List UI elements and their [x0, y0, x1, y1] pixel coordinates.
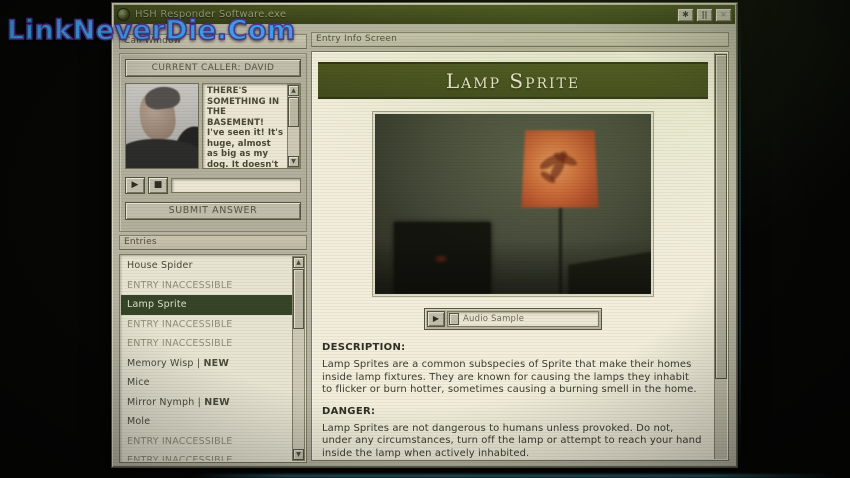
danger-heading: DANGER:: [322, 405, 376, 417]
call-audio-controls: ▶ ■: [125, 177, 301, 194]
audio-sample-track[interactable]: Audio Sample: [447, 311, 599, 327]
entries-list-wrap: House Spider ENTRY INACCESSIBLE Lamp Sprit…: [119, 254, 307, 463]
play-call-icon[interactable]: ▶: [125, 177, 145, 194]
caller-transcript-text: THERE'S SOMETHING IN THE BASEMENT! I've …: [207, 86, 284, 168]
audio-sample-label: Audio Sample: [463, 314, 525, 324]
entry-label: ENTRY INACCESSIBLE: [127, 455, 233, 461]
description-heading: DESCRIPTION:: [322, 342, 406, 353]
play-audio-icon[interactable]: ▶: [427, 311, 445, 327]
caller-transcript-box: THERE'S SOMETHING IN THE BASEMENT! I've …: [202, 83, 301, 169]
entry-label: Memory Wisp: [127, 357, 194, 369]
lamp-sprite-photo: [375, 114, 651, 294]
lamp-photo-art: [375, 114, 651, 294]
entry-info-inner: Lamp Sprite ▶ Audio Sample DESCRIPTION: …: [316, 56, 710, 460]
new-separator: |: [194, 396, 205, 408]
submit-answer-button[interactable]: SUBMIT ANSWER: [125, 202, 301, 220]
scroll-down-icon[interactable]: ▼: [293, 449, 304, 460]
description-body: Lamp Sprites are a common subspecies of …: [322, 359, 697, 395]
scroll-up-icon[interactable]: ▲: [293, 257, 304, 268]
list-item[interactable]: Memory Wisp | NEW: [121, 354, 292, 374]
entry-label: Lamp Sprite: [127, 299, 187, 310]
audio-slider-thumb[interactable]: [449, 313, 459, 325]
close-button[interactable]: ×: [715, 7, 732, 22]
new-separator: |: [193, 357, 204, 369]
monitor-edge-glow: [739, 0, 741, 478]
entry-title: Lamp Sprite: [445, 68, 581, 93]
list-item[interactable]: ENTRY INACCESSIBLE: [121, 334, 292, 354]
stop-call-icon[interactable]: ■: [148, 177, 168, 194]
entry-label: ENTRY INACCESSIBLE: [127, 435, 233, 447]
call-progress-bar[interactable]: [171, 178, 301, 193]
entries-scrollbar[interactable]: ▲ ▼: [292, 256, 305, 461]
entries-header: Entries: [119, 235, 307, 250]
entry-label: Mirror Nymph: [127, 396, 195, 408]
new-badge: NEW: [203, 357, 230, 369]
current-caller-label: CURRENT CALLER: DAVID: [125, 59, 301, 77]
new-badge: NEW: [204, 396, 230, 408]
caller-photo: [125, 83, 199, 169]
list-item[interactable]: Mice: [121, 373, 292, 393]
transcript-scrollbar[interactable]: ▲ ▼: [287, 84, 300, 168]
list-item[interactable]: ENTRY INACCESSIBLE: [121, 315, 292, 335]
scroll-down-icon[interactable]: ▼: [288, 156, 299, 167]
hsh-responder-window: HSH Responder Software.exe ✱ || × Call W…: [111, 2, 738, 468]
entry-label: House Spider: [127, 260, 193, 271]
entry-info-scrollbar[interactable]: [714, 53, 727, 459]
entry-info-scroll-thumb[interactable]: [715, 54, 727, 379]
list-item[interactable]: Mirror Nymph | NEW: [121, 393, 292, 413]
transcript-scroll-thumb[interactable]: [288, 97, 299, 127]
sprite-silhouette: [540, 151, 578, 184]
entries-list: House Spider ENTRY INACCESSIBLE Lamp Sprit…: [121, 256, 292, 461]
list-item[interactable]: ENTRY INACCESSIBLE: [121, 276, 292, 296]
monitor-bottom-glow: [190, 474, 840, 478]
entry-info-content: Lamp Sprite ▶ Audio Sample DESCRIPTION: …: [311, 51, 729, 461]
game-screen: HSH Responder Software.exe ✱ || × Call W…: [0, 0, 850, 478]
entry-label: ENTRY INACCESSIBLE: [127, 318, 233, 330]
list-item[interactable]: ENTRY INACCESSIBLE: [121, 432, 292, 452]
caller-media-row: THERE'S SOMETHING IN THE BASEMENT! I've …: [125, 83, 301, 171]
list-item[interactable]: House Spider: [121, 256, 292, 276]
entry-title-banner: Lamp Sprite: [318, 62, 708, 99]
window-controls: ✱ || ×: [677, 7, 732, 22]
danger-body: Lamp Sprites are not dangerous to humans…: [322, 422, 702, 459]
watermark: LinkNeverDie.Com: [6, 14, 296, 47]
entry-info-panel: Entry Info Screen Lamp Sprite ▶ Audio Sa…: [311, 32, 729, 461]
entry-photo-frame: [373, 112, 653, 296]
caller-photo-art: [126, 84, 198, 168]
entries-panel: Entries House Spider ENTRY INACCESSIBLE La…: [119, 235, 307, 463]
entry-label: Mice: [127, 377, 150, 388]
entry-label: ENTRY INACCESSIBLE: [127, 338, 233, 349]
call-window-panel: Call Window CURRENT CALLER: DAVID THERE'…: [119, 34, 307, 232]
entry-label: ENTRY INACCESSIBLE: [127, 279, 233, 291]
pause-button[interactable]: ||: [696, 7, 713, 22]
list-item[interactable]: ENTRY INACCESSIBLE: [121, 451, 292, 461]
call-window-body: CURRENT CALLER: DAVID THERE'S SOMETHING …: [119, 53, 307, 232]
list-item[interactable]: Mole: [121, 412, 292, 432]
settings-button[interactable]: ✱: [677, 7, 694, 22]
entry-text-sections: DESCRIPTION: Lamp Sprites are a common s…: [322, 342, 702, 460]
entry-label: Mole: [127, 416, 151, 427]
scroll-up-icon[interactable]: ▲: [288, 85, 299, 96]
list-item[interactable]: Lamp Sprite: [121, 295, 292, 315]
entry-info-header: Entry Info Screen: [311, 32, 729, 47]
entries-scroll-thumb[interactable]: [293, 269, 304, 329]
audio-sample-player: ▶ Audio Sample: [424, 308, 602, 330]
